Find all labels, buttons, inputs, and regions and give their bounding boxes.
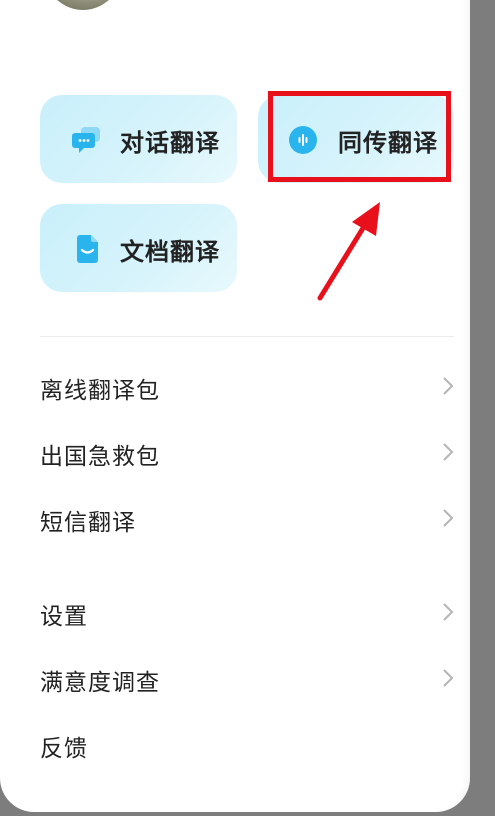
- section-divider: [40, 336, 454, 337]
- chevron-right-icon: [443, 377, 454, 395]
- avatar[interactable]: [38, 0, 128, 10]
- dialog-translate-card[interactable]: 对话翻译: [40, 95, 237, 183]
- menu-item-label: 设置: [40, 604, 88, 630]
- document-translate-card[interactable]: 文档翻译: [40, 204, 237, 292]
- document-translate-label: 文档翻译: [120, 238, 220, 266]
- chevron-right-icon: [443, 669, 454, 687]
- menu-item-label: 反馈: [40, 736, 88, 762]
- menu-item-survey[interactable]: 满意度调查: [40, 657, 456, 701]
- dialog-translate-label: 对话翻译: [120, 129, 220, 157]
- menu-item-settings[interactable]: 设置: [40, 591, 456, 635]
- chevron-right-icon: [443, 603, 454, 621]
- red-arrow-annotation: [317, 202, 380, 301]
- menu-item-label: 短信翻译: [40, 510, 136, 536]
- document-smile-icon: [77, 235, 98, 263]
- chevron-right-icon: [443, 509, 454, 527]
- menu-item-label: 满意度调查: [40, 670, 160, 696]
- menu-item-label: 离线翻译包: [40, 378, 160, 404]
- highlight-box: [268, 91, 451, 182]
- chat-bubble-icon: [72, 127, 100, 153]
- chevron-right-icon: [443, 443, 454, 461]
- menu-item-sms-translate[interactable]: 短信翻译: [40, 497, 456, 541]
- menu-item-feedback[interactable]: 反馈: [40, 723, 456, 767]
- menu-item-offline-pack[interactable]: 离线翻译包: [40, 365, 456, 409]
- menu-item-travel-emergency[interactable]: 出国急救包: [40, 431, 456, 475]
- menu-item-label: 出国急救包: [40, 444, 160, 470]
